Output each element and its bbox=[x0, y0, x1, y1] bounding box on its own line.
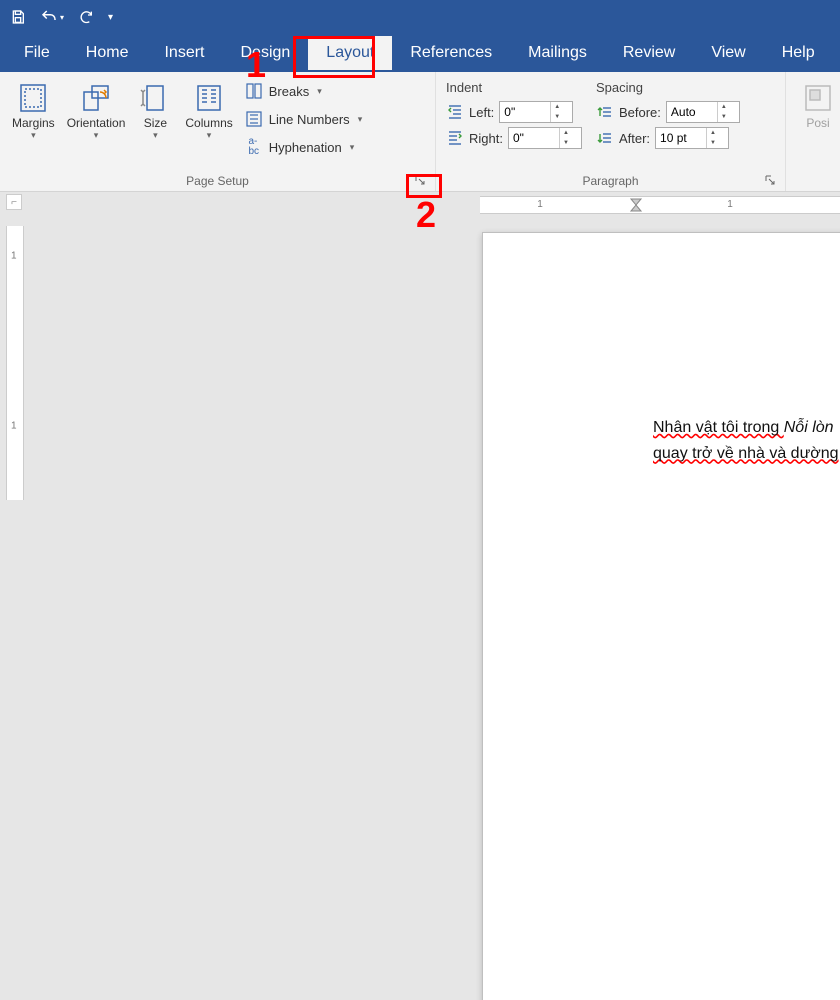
margins-icon bbox=[15, 80, 51, 116]
position-label: Posi bbox=[806, 116, 829, 130]
indent-right-label: Right: bbox=[469, 131, 503, 146]
breaks-label: Breaks bbox=[269, 84, 309, 99]
indent-left-input[interactable]: ▲▼ bbox=[499, 101, 573, 123]
spacing-header: Spacing bbox=[596, 78, 740, 97]
line-numbers-button[interactable]: Line Numbers ▾ bbox=[241, 108, 366, 130]
spacing-before-label: Before: bbox=[619, 105, 661, 120]
spacing-after-icon bbox=[596, 129, 614, 147]
group-page-setup: Margins ▾ Orientation ▾ Size ▾ bbox=[0, 72, 436, 191]
columns-icon bbox=[191, 80, 227, 116]
ribbon: Margins ▾ Orientation ▾ Size ▾ bbox=[0, 72, 840, 192]
indent-header: Indent bbox=[446, 78, 582, 97]
tab-layout[interactable]: Layout bbox=[308, 36, 392, 70]
document-text[interactable]: Nhân vật tôi trong Nỗi lòn quay trở về n… bbox=[653, 415, 839, 466]
group-paragraph: Indent Left: ▲▼ Right: ▲▼ bbox=[436, 72, 786, 191]
tab-file[interactable]: File bbox=[6, 36, 68, 70]
indent-left-icon bbox=[446, 103, 464, 121]
chevron-down-icon: ▾ bbox=[31, 130, 36, 141]
redo-icon[interactable] bbox=[78, 9, 94, 25]
undo-icon[interactable]: ▾ bbox=[40, 8, 64, 26]
position-icon bbox=[800, 80, 836, 116]
indent-right-input[interactable]: ▲▼ bbox=[508, 127, 582, 149]
ruler-mark: 1 bbox=[727, 199, 733, 210]
annotation-number-1: 1 bbox=[246, 44, 266, 86]
qat-customize-icon[interactable]: ▾ bbox=[108, 12, 113, 23]
spin-up-icon[interactable]: ▲ bbox=[551, 102, 563, 112]
ruler-corner[interactable]: ⌐ bbox=[6, 194, 22, 210]
chevron-down-icon: ▾ bbox=[317, 86, 322, 97]
orientation-button[interactable]: Orientation ▾ bbox=[61, 76, 132, 145]
page-setup-group-label: Page Setup bbox=[6, 171, 429, 191]
line-numbers-label: Line Numbers bbox=[269, 112, 350, 127]
hyphenation-icon: a-bc bbox=[245, 138, 263, 156]
chevron-down-icon: ▾ bbox=[94, 130, 99, 141]
tab-view[interactable]: View bbox=[693, 36, 763, 70]
spin-down-icon[interactable]: ▼ bbox=[718, 112, 730, 122]
tab-help[interactable]: Help bbox=[764, 36, 833, 70]
tab-home[interactable]: Home bbox=[68, 36, 147, 70]
paragraph-group-label: Paragraph bbox=[442, 171, 779, 191]
spin-up-icon[interactable]: ▲ bbox=[560, 128, 572, 138]
indent-left-label: Left: bbox=[469, 105, 494, 120]
orientation-icon bbox=[78, 80, 114, 116]
spacing-after-input[interactable]: ▲▼ bbox=[655, 127, 729, 149]
spacing-after-label: After: bbox=[619, 131, 650, 146]
indent-marker-icon[interactable] bbox=[630, 198, 642, 214]
indent-left-value[interactable] bbox=[500, 105, 550, 119]
margins-button[interactable]: Margins ▾ bbox=[6, 76, 61, 145]
hyphenation-button[interactable]: a-bc Hyphenation ▾ bbox=[241, 136, 366, 158]
indent-right-value[interactable] bbox=[509, 131, 559, 145]
spin-up-icon[interactable]: ▲ bbox=[707, 128, 719, 138]
spin-down-icon[interactable]: ▼ bbox=[707, 138, 719, 148]
margins-label: Margins bbox=[12, 116, 55, 130]
horizontal-ruler[interactable]: 1 1 bbox=[480, 196, 840, 214]
spacing-before-value[interactable] bbox=[667, 105, 717, 119]
tab-mailings[interactable]: Mailings bbox=[510, 36, 605, 70]
spacing-after-value[interactable] bbox=[656, 131, 706, 145]
ruler-mark: 1 bbox=[11, 251, 17, 262]
tab-insert[interactable]: Insert bbox=[146, 36, 222, 70]
size-icon bbox=[137, 80, 173, 116]
quick-access-toolbar: ▾ ▾ bbox=[0, 0, 840, 34]
indent-right-icon bbox=[446, 129, 464, 147]
size-label: Size bbox=[144, 116, 167, 130]
chevron-down-icon: ▾ bbox=[358, 114, 363, 125]
ribbon-tabs: File Home Insert Design Layout Reference… bbox=[0, 34, 840, 72]
spin-down-icon[interactable]: ▼ bbox=[551, 112, 563, 122]
page-setup-dialog-launcher[interactable] bbox=[413, 173, 427, 187]
ruler-mark: 1 bbox=[537, 199, 543, 210]
spin-up-icon[interactable]: ▲ bbox=[718, 102, 730, 112]
size-button[interactable]: Size ▾ bbox=[131, 76, 179, 145]
annotation-number-2: 2 bbox=[416, 194, 436, 236]
ruler-mark: 1 bbox=[11, 421, 17, 432]
columns-button[interactable]: Columns ▾ bbox=[179, 76, 238, 145]
chevron-down-icon: ▾ bbox=[207, 130, 212, 141]
hyphenation-label: Hyphenation bbox=[269, 140, 342, 155]
spacing-before-icon bbox=[596, 103, 614, 121]
spin-down-icon[interactable]: ▼ bbox=[560, 138, 572, 148]
orientation-label: Orientation bbox=[67, 116, 126, 130]
vertical-ruler[interactable]: 1 1 bbox=[6, 226, 24, 500]
document-workspace[interactable]: Nhân vật tôi trong Nỗi lòn quay trở về n… bbox=[26, 216, 840, 500]
chevron-down-icon: ▾ bbox=[350, 142, 355, 153]
tab-review[interactable]: Review bbox=[605, 36, 693, 70]
columns-label: Columns bbox=[185, 116, 232, 130]
group-arrange: Posi bbox=[786, 72, 840, 191]
chevron-down-icon: ▾ bbox=[153, 130, 158, 141]
line-numbers-icon bbox=[245, 110, 263, 128]
spacing-before-input[interactable]: ▲▼ bbox=[666, 101, 740, 123]
paragraph-dialog-launcher[interactable] bbox=[763, 173, 777, 187]
tab-references[interactable]: References bbox=[392, 36, 510, 70]
save-icon[interactable] bbox=[10, 9, 26, 25]
position-button[interactable]: Posi bbox=[794, 76, 840, 134]
document-page[interactable]: Nhân vật tôi trong Nỗi lòn quay trở về n… bbox=[482, 232, 840, 1000]
